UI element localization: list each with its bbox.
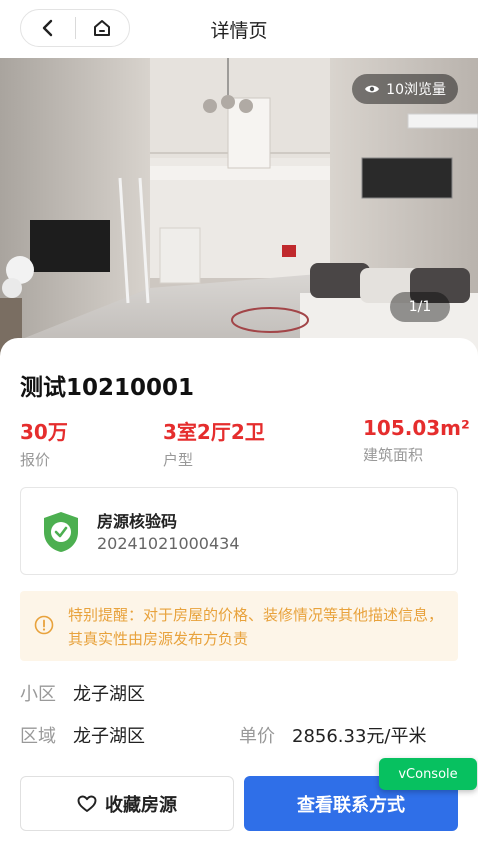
eye-icon [365,85,380,93]
view-count-badge: 10浏览量 [352,74,458,104]
notice-banner: 特别提醒：对于房屋的价格、装修情况等其他描述信息，其真实性由房源发布方负责 [20,591,458,661]
community-value: 龙子湖区 [73,684,145,705]
favorite-label: 收藏房源 [105,794,177,816]
gallery-page-indicator: 1/1 [390,292,450,322]
nav-header: 详情页 [0,0,478,58]
community-label: 小区 [20,684,56,705]
district-label: 区域 [20,726,56,747]
area-stat: 105.03m² 建筑面积 [363,416,470,465]
heart-icon [77,795,97,812]
verification-title: 房源核验码 [97,512,178,531]
unit-price-label: 单价 [239,726,275,747]
area-value: 105.03m² [363,416,470,440]
price-stat: 30万 报价 [20,416,68,470]
warning-icon [34,615,54,635]
verification-card: 房源核验码 20241021000434 [20,487,458,575]
listing-title: 测试10210001 [20,375,195,401]
district-value: 龙子湖区 [73,726,145,747]
area-label: 建筑面积 [363,446,424,464]
view-count-label: 10浏览量 [386,82,446,98]
layout-value: 3室2厅2卫 [163,420,265,444]
vconsole-button[interactable]: vConsole [379,758,477,790]
listing-photo[interactable]: 10浏览量 1/1 [0,58,478,358]
favorite-button[interactable]: 收藏房源 [20,776,234,831]
layout-label: 户型 [163,451,194,469]
price-label: 报价 [20,451,51,469]
unit-price-value: 2856.33元/平米 [292,726,427,747]
shield-check-icon [44,512,78,552]
page-title: 详情页 [210,20,268,42]
verification-code: 20241021000434 [97,534,240,553]
layout-stat: 3室2厅2卫 户型 [163,416,265,470]
price-value: 30万 [20,420,68,444]
notice-text: 特别提醒：对于房屋的价格、装修情况等其他描述信息，其真实性由房源发布方负责 [68,606,444,648]
